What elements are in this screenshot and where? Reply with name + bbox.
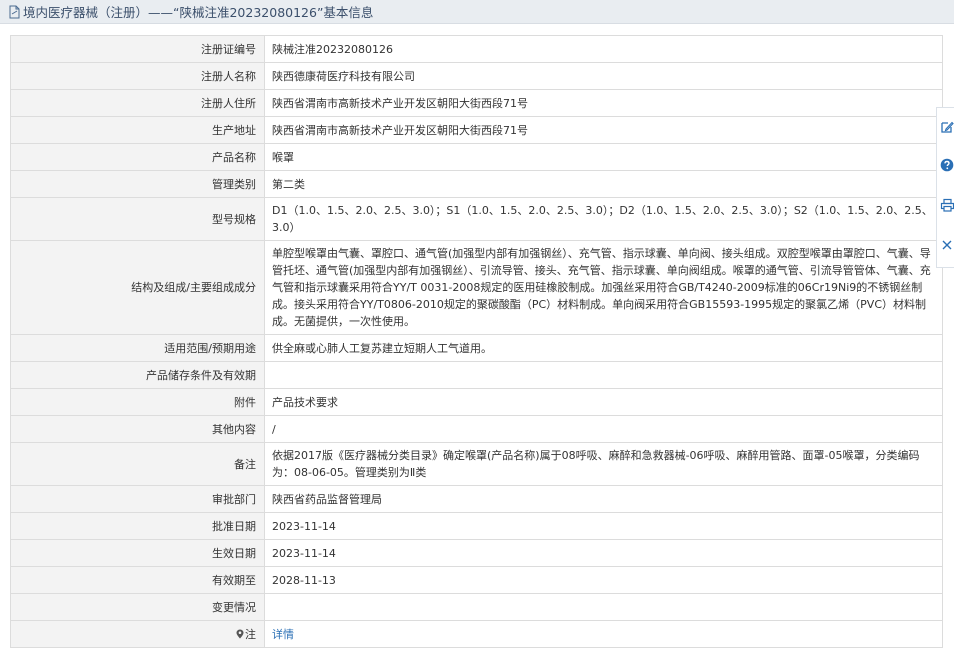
note-label: 注 — [245, 627, 256, 641]
close-button[interactable] — [937, 230, 954, 260]
table-row: 适用范围/预期用途 供全麻或心肺人工复苏建立短期人工气道用。 — [10, 334, 943, 362]
table-row: 注册人名称 陕西德康荷医疗科技有限公司 — [10, 62, 943, 90]
page-header: 境内医疗器械（注册）——“陕械注准20232080126”基本信息 — [0, 0, 954, 24]
field-label: 审批部门 — [10, 485, 265, 513]
details-link[interactable]: 详情 — [272, 628, 294, 641]
close-icon — [940, 238, 954, 252]
field-label: 结构及组成/主要组成成分 — [10, 240, 265, 335]
table-row: 审批部门 陕西省药品监督管理局 — [10, 485, 943, 513]
field-value: 产品技术要求 — [264, 388, 943, 416]
field-label: 型号规格 — [10, 197, 265, 241]
field-label: 产品名称 — [10, 143, 265, 171]
table-row: 其他内容 / — [10, 415, 943, 443]
field-label: 备注 — [10, 442, 265, 486]
print-icon — [940, 198, 954, 212]
field-label: 生效日期 — [10, 539, 265, 567]
table-row: 备注 依据2017版《医疗器械分类目录》确定喉罩(产品名称)属于08呼吸、麻醉和… — [10, 442, 943, 486]
field-value: 陕西省药品监督管理局 — [264, 485, 943, 513]
field-value: 2028-11-13 — [264, 566, 943, 594]
note-label-cell: 注 — [10, 620, 265, 648]
page-title: 境内医疗器械（注册）——“陕械注准20232080126”基本信息 — [23, 5, 374, 20]
field-value: 陕西德康荷医疗科技有限公司 — [264, 62, 943, 90]
table-row: 变更情况 — [10, 593, 943, 621]
field-label: 附件 — [10, 388, 265, 416]
table-row: 注册证编号 陕械注准20232080126 — [10, 35, 943, 63]
table-row: 管理类别 第二类 — [10, 170, 943, 198]
field-value — [264, 361, 943, 389]
table-row: 结构及组成/主要组成成分 单腔型喉罩由气囊、罩腔口、通气管(加强型内部有加强钢丝… — [10, 240, 943, 335]
registration-info-table: 注册证编号 陕械注准20232080126 注册人名称 陕西德康荷医疗科技有限公… — [10, 35, 943, 648]
table-row: 产品名称 喉罩 — [10, 143, 943, 171]
table-row: 有效期至 2028-11-13 — [10, 566, 943, 594]
field-value: 喉罩 — [264, 143, 943, 171]
table-row: 附件 产品技术要求 — [10, 388, 943, 416]
field-label: 适用范围/预期用途 — [10, 334, 265, 362]
note-row: 注 详情 — [10, 620, 943, 648]
help-button[interactable] — [937, 150, 954, 180]
field-value: 2023-11-14 — [264, 539, 943, 567]
table-row: 生产地址 陕西省渭南市高新技术产业开发区朝阳大街西段71号 — [10, 116, 943, 144]
side-toolbar — [936, 107, 954, 268]
field-label: 变更情况 — [10, 593, 265, 621]
field-label: 注册人住所 — [10, 89, 265, 117]
table-row: 型号规格 D1（1.0、1.5、2.0、2.5、3.0）；S1（1.0、1.5、… — [10, 197, 943, 241]
document-icon — [8, 5, 21, 19]
field-value — [264, 593, 943, 621]
field-value: D1（1.0、1.5、2.0、2.5、3.0）；S1（1.0、1.5、2.0、2… — [264, 197, 943, 241]
table-row: 注册人住所 陕西省渭南市高新技术产业开发区朝阳大街西段71号 — [10, 89, 943, 117]
help-icon — [940, 158, 954, 172]
field-value: 2023-11-14 — [264, 512, 943, 540]
edit-button[interactable] — [937, 112, 954, 142]
table-row: 产品储存条件及有效期 — [10, 361, 943, 389]
field-label: 注册证编号 — [10, 35, 265, 63]
table-row: 生效日期 2023-11-14 — [10, 539, 943, 567]
field-value: 单腔型喉罩由气囊、罩腔口、通气管(加强型内部有加强钢丝）、充气管、指示球囊、单向… — [264, 240, 943, 335]
field-label: 产品储存条件及有效期 — [10, 361, 265, 389]
field-label: 管理类别 — [10, 170, 265, 198]
table-row: 批准日期 2023-11-14 — [10, 512, 943, 540]
location-pin-icon — [236, 627, 244, 638]
field-label: 有效期至 — [10, 566, 265, 594]
field-label: 批准日期 — [10, 512, 265, 540]
field-value: 供全麻或心肺人工复苏建立短期人工气道用。 — [264, 334, 943, 362]
field-value: 依据2017版《医疗器械分类目录》确定喉罩(产品名称)属于08呼吸、麻醉和急救器… — [264, 442, 943, 486]
field-value: 陕西省渭南市高新技术产业开发区朝阳大街西段71号 — [264, 89, 943, 117]
field-value: 陕西省渭南市高新技术产业开发区朝阳大街西段71号 — [264, 116, 943, 144]
field-label: 生产地址 — [10, 116, 265, 144]
field-label: 注册人名称 — [10, 62, 265, 90]
print-button[interactable] — [937, 190, 954, 220]
field-label: 其他内容 — [10, 415, 265, 443]
edit-icon — [940, 120, 954, 134]
field-value: 第二类 — [264, 170, 943, 198]
note-value: 详情 — [264, 620, 943, 648]
field-value: 陕械注准20232080126 — [264, 35, 943, 63]
field-value: / — [264, 415, 943, 443]
